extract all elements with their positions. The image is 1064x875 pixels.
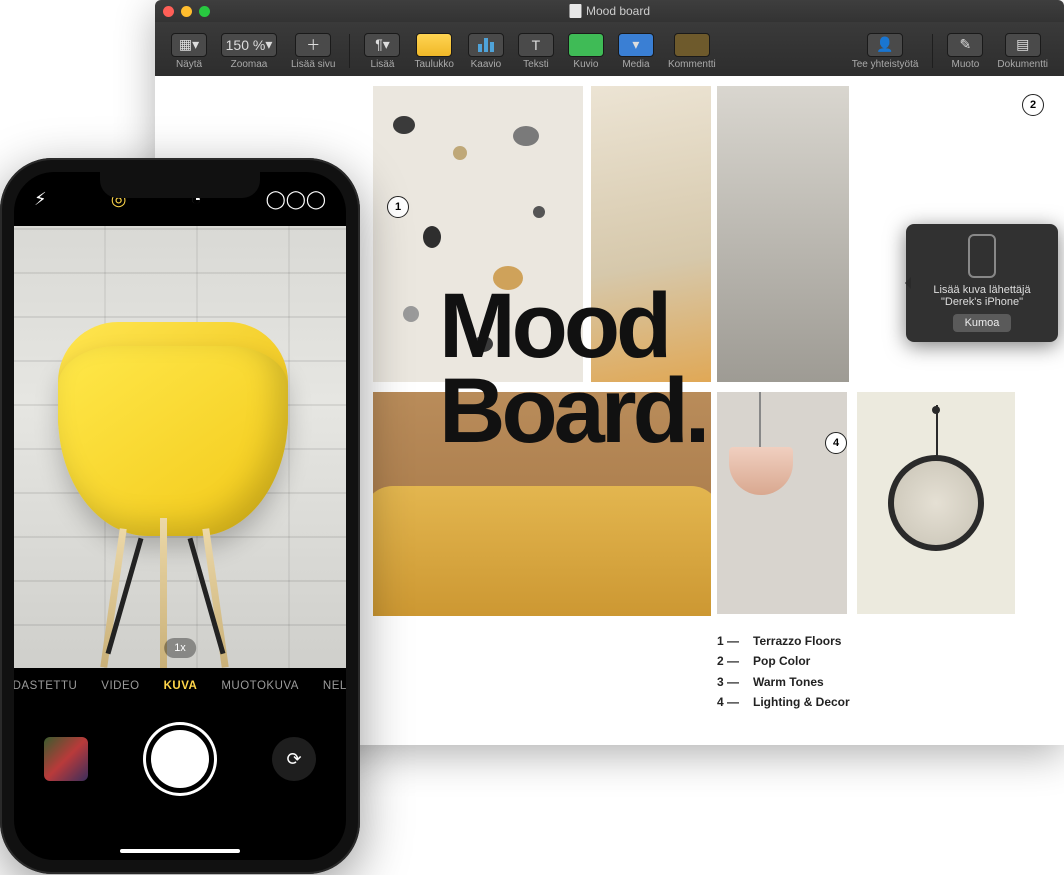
zoom-level[interactable]: 1x — [164, 638, 196, 658]
toolbar: ▦▾Näytä 150 %▾Zoomaa ＋Lisää sivu ¶▾Lisää… — [155, 22, 1064, 76]
mood-board-heading[interactable]: Mood Board. — [439, 284, 706, 453]
undo-button[interactable]: Kumoa — [953, 314, 1012, 332]
badge-4: 4 — [825, 432, 847, 454]
popover-text-2: "Derek's iPhone" — [918, 296, 1046, 308]
legend-list: 1 —Terrazzo Floors 2 —Pop Color 3 —Warm … — [717, 631, 850, 713]
add-page-button[interactable]: ＋Lisää sivu — [285, 31, 341, 72]
lamp-image[interactable] — [717, 392, 847, 614]
view-button[interactable]: ▦▾Näytä — [165, 31, 213, 72]
mode-portrait[interactable]: MUOTOKUVA — [221, 680, 299, 692]
mode-video[interactable]: VIDEO — [101, 680, 139, 692]
zoom-button[interactable]: 150 %▾Zoomaa — [215, 31, 283, 72]
chart-button[interactable]: Kaavio — [462, 31, 510, 72]
close-window-button[interactable] — [163, 6, 174, 17]
continuity-camera-popover: Lisää kuva lähettäjä "Derek's iPhone" Ku… — [906, 224, 1058, 342]
phone-icon — [968, 234, 996, 278]
flash-icon[interactable]: ⚡︎ — [34, 189, 47, 210]
concrete-image[interactable] — [717, 86, 849, 382]
media-button[interactable]: ▾Media — [612, 31, 660, 72]
comment-button[interactable]: Kommentti — [662, 31, 722, 72]
legend-item: 2 —Pop Color — [717, 651, 850, 671]
filters-icon[interactable]: ◯◯◯ — [266, 189, 326, 210]
popover-text-1: Lisää kuva lähettäjä — [918, 284, 1046, 296]
flip-camera-button[interactable]: ⟳ — [272, 737, 316, 781]
text-button[interactable]: TTeksti — [512, 31, 560, 72]
fullscreen-window-button[interactable] — [199, 6, 210, 17]
badge-2: 2 — [1022, 94, 1044, 116]
iphone-device: ⚡︎ ◎ ◔ ◯◯◯ 1x HIDASTETTU VIDEO KUVA MUOT… — [0, 158, 360, 874]
shutter-button[interactable] — [146, 725, 214, 793]
legend-item: 3 —Warm Tones — [717, 672, 850, 692]
legend-item: 4 —Lighting & Decor — [717, 692, 850, 712]
camera-mode-strip[interactable]: HIDASTETTU VIDEO KUVA MUOTOKUVA NELIÖ — [14, 668, 346, 704]
collaborate-button[interactable]: 👤Tee yhteistyötä — [846, 31, 925, 72]
document-button[interactable]: ▤Dokumentti — [991, 31, 1054, 72]
iphone-screen: ⚡︎ ◎ ◔ ◯◯◯ 1x HIDASTETTU VIDEO KUVA MUOT… — [14, 172, 346, 860]
shape-button[interactable]: Kuvio — [562, 31, 610, 72]
mode-square[interactable]: NELIÖ — [323, 680, 346, 692]
document-icon — [569, 4, 581, 18]
notch — [100, 172, 260, 198]
mode-slomo[interactable]: HIDASTETTU — [14, 680, 77, 692]
badge-1: 1 — [387, 196, 409, 218]
mirror-image[interactable] — [857, 392, 1015, 614]
camera-bottom-controls: ⟳ — [14, 704, 346, 814]
window-title-text: Mood board — [586, 4, 650, 18]
format-button[interactable]: ✎Muoto — [941, 31, 989, 72]
camera-viewfinder[interactable]: 1x — [14, 226, 346, 668]
table-button[interactable]: Taulukko — [408, 31, 459, 72]
window-title: Mood board — [569, 4, 650, 18]
mode-photo[interactable]: KUVA — [164, 680, 198, 692]
home-indicator[interactable] — [120, 849, 240, 853]
insert-button[interactable]: ¶▾Lisää — [358, 31, 406, 72]
window-titlebar: Mood board — [155, 0, 1064, 22]
traffic-lights — [163, 6, 210, 17]
legend-item: 1 —Terrazzo Floors — [717, 631, 850, 651]
minimize-window-button[interactable] — [181, 6, 192, 17]
last-photo-thumbnail[interactable] — [44, 737, 88, 781]
